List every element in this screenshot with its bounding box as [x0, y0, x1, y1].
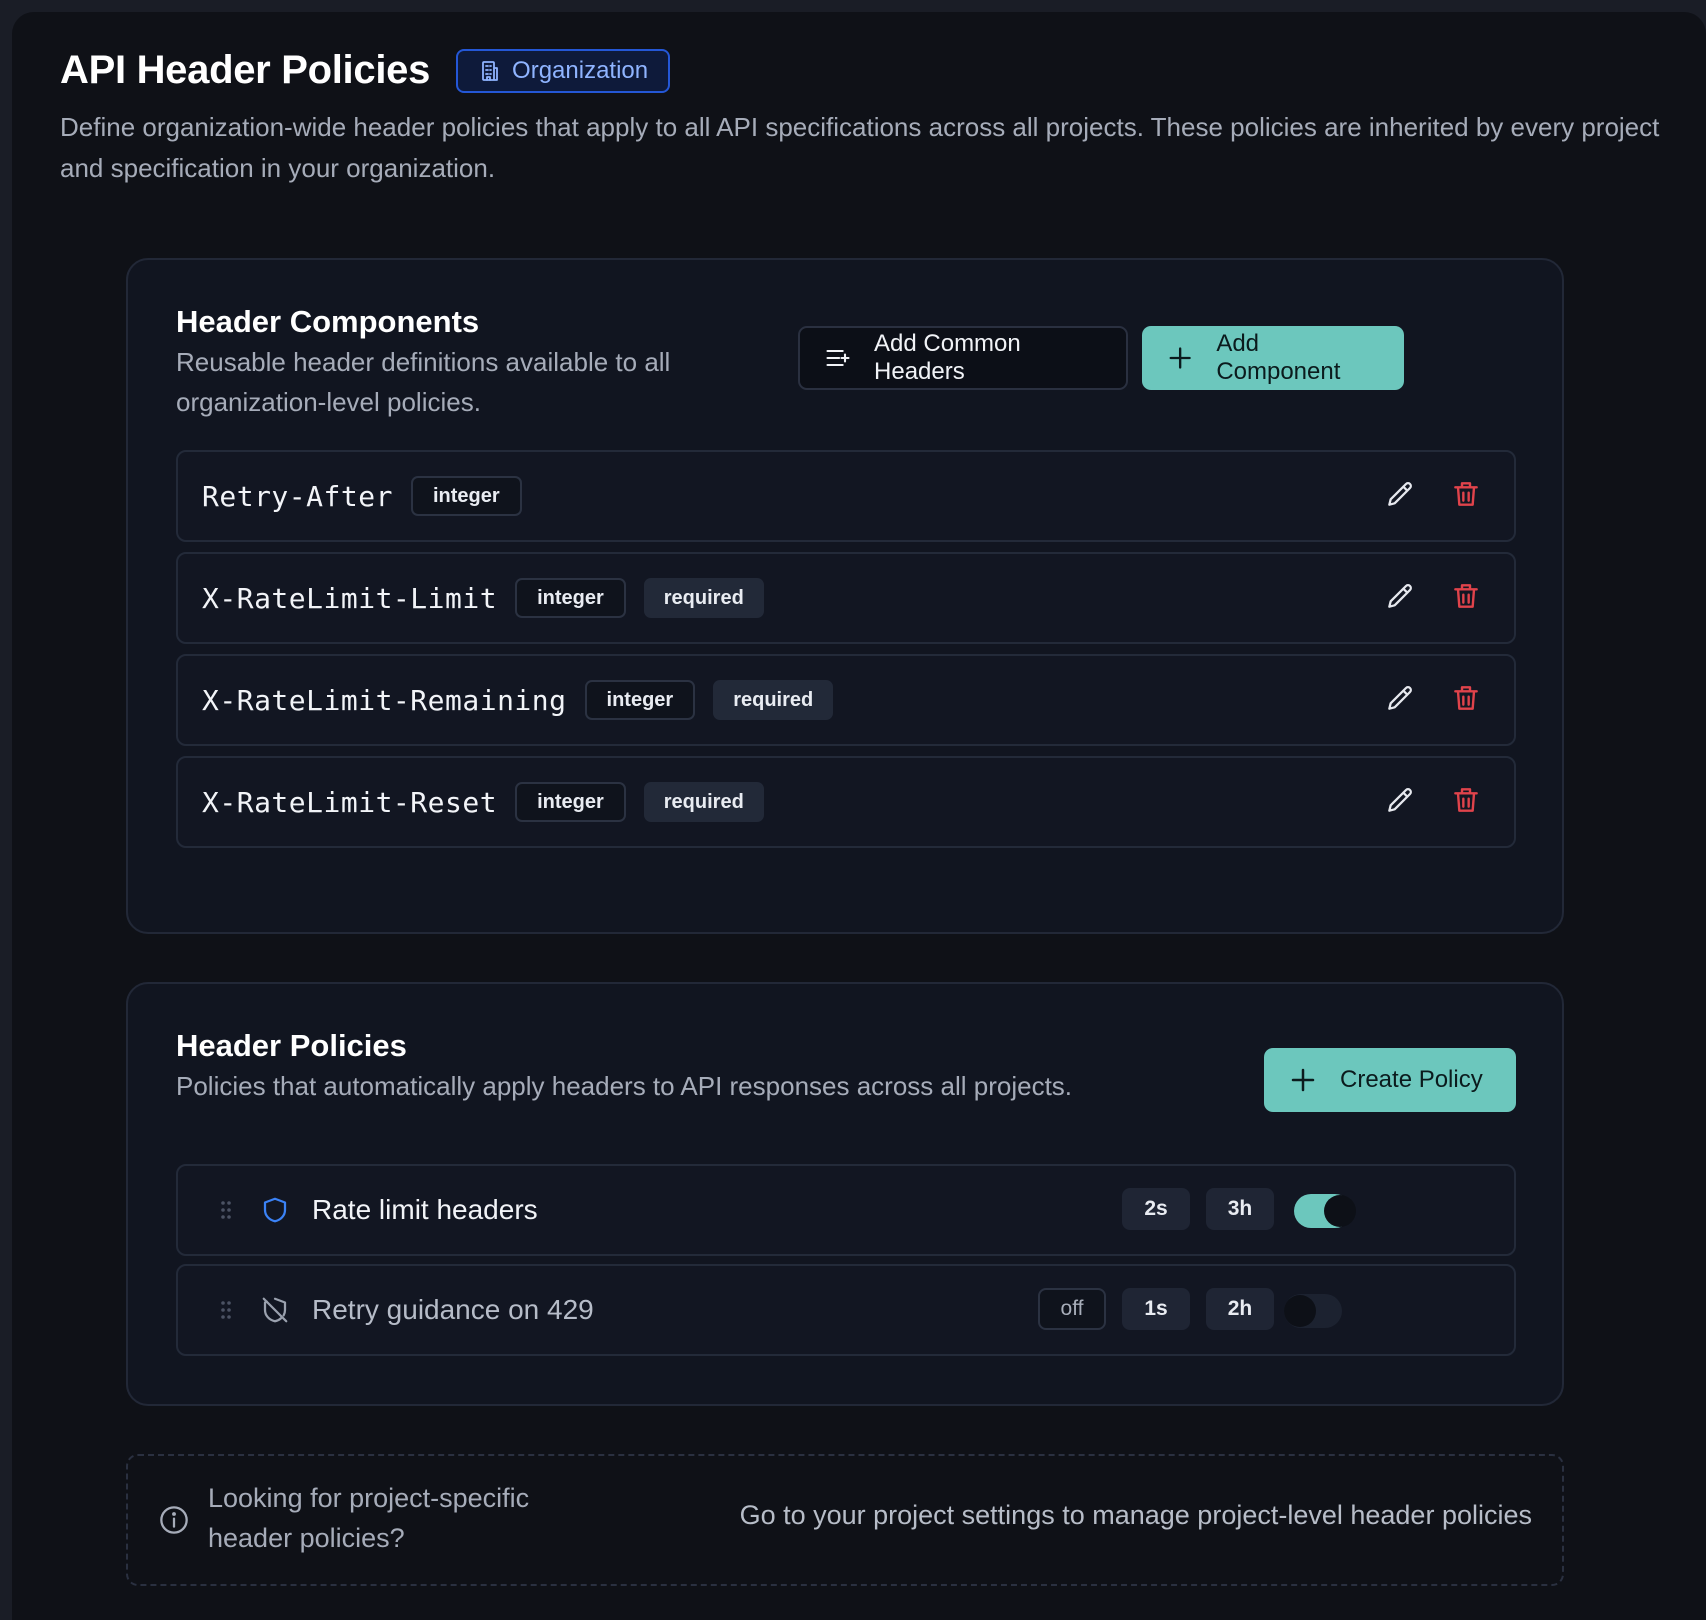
create-policy-button[interactable]: Create Policy: [1264, 1048, 1516, 1112]
required-tag: required: [643, 578, 764, 618]
header-components-card: Header Components Reusable header defini…: [126, 258, 1564, 934]
add-component-label: Add Component: [1216, 330, 1341, 385]
shield-icon: [263, 1197, 287, 1223]
shield-off-icon: [262, 1297, 288, 1323]
project-policies-info: Looking for project-specific header poli…: [126, 1454, 1564, 1586]
delete-trash-icon[interactable]: [1450, 478, 1482, 510]
component-name: X-RateLimit-Limit: [202, 581, 498, 615]
edit-pencil-icon[interactable]: [1384, 682, 1416, 714]
latency-pill: 2s: [1122, 1188, 1190, 1230]
add-component-button[interactable]: Add Component: [1142, 326, 1404, 390]
duration-pill: 2h: [1206, 1288, 1274, 1330]
type-tag: integer: [410, 476, 522, 516]
create-policy-label: Create Policy: [1340, 1066, 1483, 1093]
info-icon: [160, 1506, 188, 1534]
status-pill: off: [1038, 1288, 1106, 1330]
info-question: Looking for project-specific header poli…: [208, 1483, 530, 1553]
scope-badge-label: Organization: [512, 56, 649, 84]
scope-badge: Organization: [456, 48, 671, 93]
component-row: X-RateLimit-Reset integer required: [176, 756, 1516, 848]
required-tag: required: [713, 680, 834, 720]
duration-pill: 3h: [1206, 1188, 1274, 1230]
policy-enabled-toggle[interactable]: [1294, 1194, 1356, 1228]
delete-trash-icon[interactable]: [1450, 682, 1482, 714]
page-header: API Header Policies Organization Define …: [60, 48, 1666, 189]
add-common-headers-button[interactable]: Add Common Headers: [798, 326, 1128, 390]
page-title: API Header Policies: [60, 48, 431, 92]
page-description: Define organization-wide header policies…: [60, 112, 1660, 183]
policy-name: Retry guidance on 429: [312, 1294, 594, 1325]
required-tag: required: [643, 782, 764, 822]
drag-handle-icon[interactable]: [214, 1198, 238, 1222]
policy-enabled-toggle[interactable]: [1284, 1294, 1342, 1328]
project-settings-link[interactable]: Go to your project settings to manage pr…: [740, 1500, 1532, 1531]
component-row: Retry-After integer: [176, 450, 1516, 542]
toggle-knob: [1324, 1195, 1356, 1227]
type-tag: integer: [584, 680, 696, 720]
component-name: X-RateLimit-Reset: [202, 785, 498, 819]
delete-trash-icon[interactable]: [1450, 784, 1482, 816]
add-common-headers-label: Add Common Headers: [874, 330, 1021, 385]
component-name: X-RateLimit-Remaining: [202, 683, 567, 717]
component-row: X-RateLimit-Remaining integer required: [176, 654, 1516, 746]
edit-pencil-icon[interactable]: [1384, 784, 1416, 816]
type-tag: integer: [515, 578, 626, 618]
policy-row: Retry guidance on 429 off 1s 2h: [176, 1264, 1516, 1356]
policy-row: Rate limit headers 2s 3h: [176, 1164, 1516, 1256]
edit-pencil-icon[interactable]: [1384, 478, 1416, 510]
policy-name: Rate limit headers: [312, 1194, 538, 1225]
building-icon: [482, 60, 498, 81]
component-name: Retry-After: [202, 479, 393, 513]
toggle-knob: [1284, 1295, 1316, 1327]
delete-trash-icon[interactable]: [1450, 580, 1482, 612]
plus-icon: [1169, 347, 1191, 369]
components-subtitle: Reusable header definitions available to…: [176, 347, 671, 417]
component-row: X-RateLimit-Limit integer required: [176, 552, 1516, 644]
header-policies-card: Header Policies Policies that automatica…: [126, 982, 1564, 1406]
edit-pencil-icon[interactable]: [1384, 580, 1416, 612]
latency-pill: 1s: [1122, 1288, 1190, 1330]
plus-icon: [1291, 1068, 1315, 1092]
list-add-icon: [826, 349, 850, 367]
type-tag: integer: [515, 782, 626, 822]
drag-handle-icon[interactable]: [214, 1298, 238, 1322]
